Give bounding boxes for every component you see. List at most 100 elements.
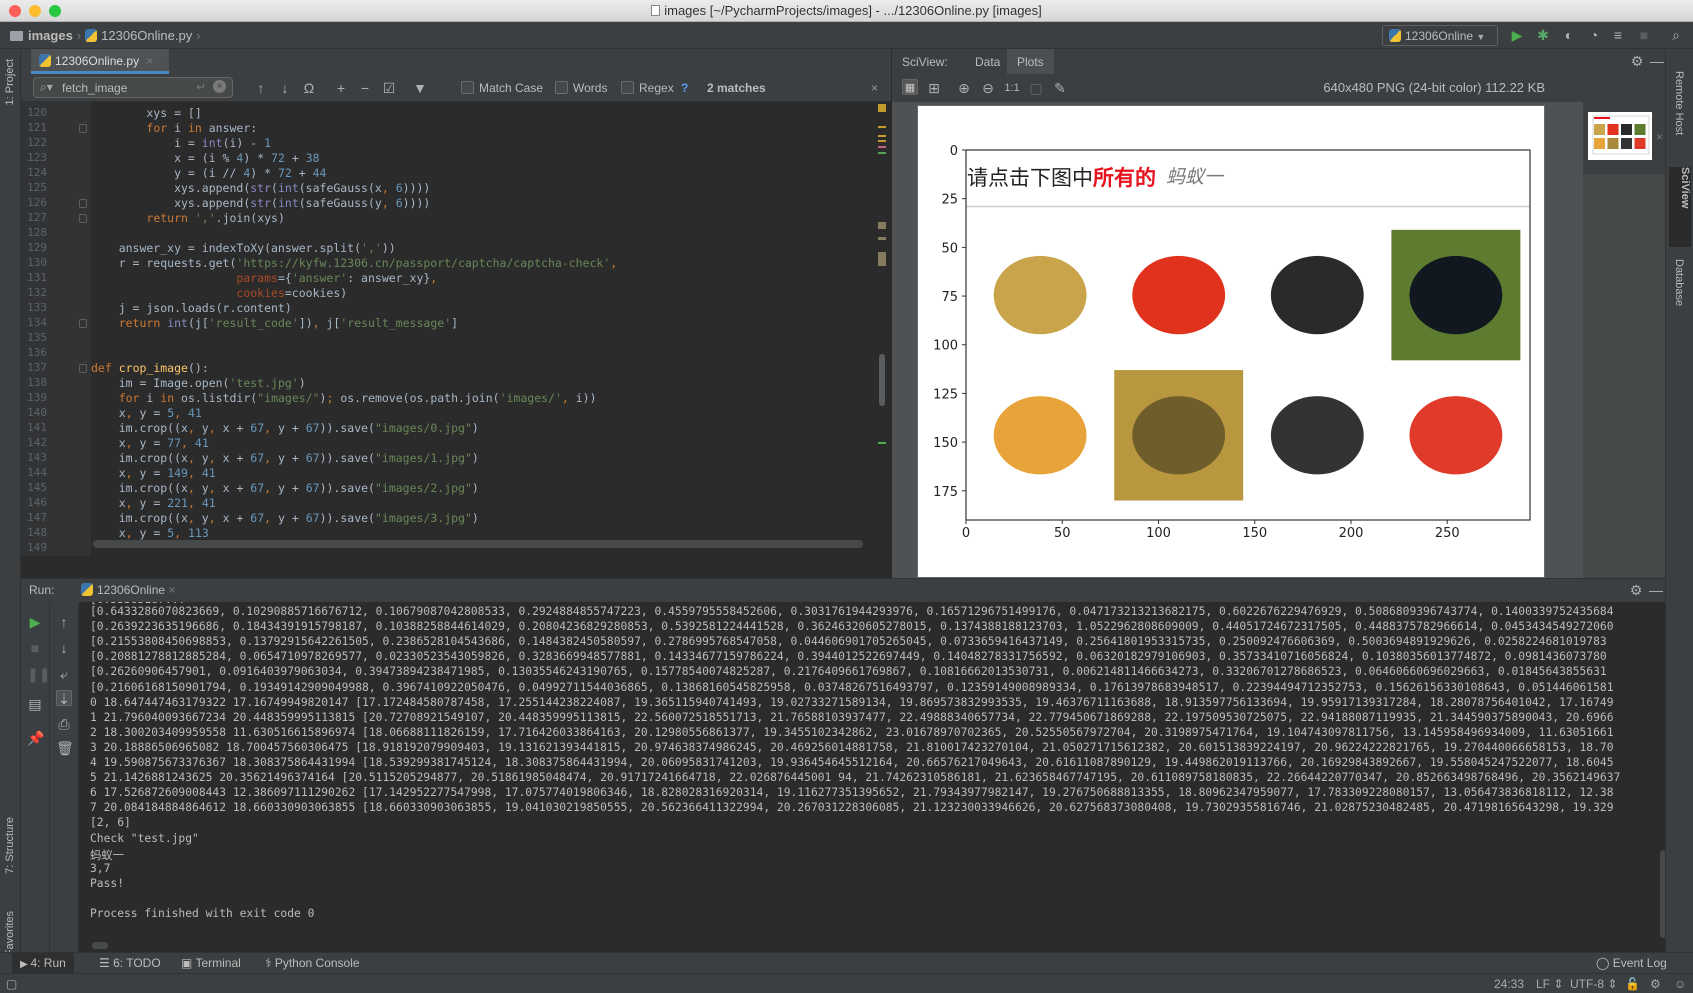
code-line[interactable]: cookies=cookies) [91,286,347,300]
print-icon[interactable]: ⎙ [56,716,72,732]
tool-window-remote-host[interactable]: Remote Host [1673,71,1685,135]
code-line[interactable]: y = (i // 4) * 72 + 44 [91,166,326,180]
code-line[interactable]: xys.append(str(int(safeGauss(y, 6)))) [91,196,430,210]
zoom-in-icon[interactable]: ⊕ [956,80,972,96]
marker[interactable] [878,152,886,154]
tool-window-project[interactable]: 1: Project [4,59,16,105]
code-line[interactable]: xys.append(str(int(safeGauss(x, 6)))) [91,181,430,195]
stop-icon[interactable]: ■ [27,640,43,656]
gear-icon[interactable]: ⚙ [1628,582,1644,598]
toggle-tool-windows-icon[interactable]: ▢ [6,977,17,991]
code-line[interactable]: im.crop((x, y, x + 67, y + 67)).save("im… [91,421,479,435]
marker[interactable] [878,135,886,137]
fold-marker-icon[interactable] [79,214,87,223]
fold-marker-icon[interactable] [79,319,87,328]
arrow-down-icon[interactable]: ↓ [56,640,72,656]
code-line[interactable]: j = json.loads(r.content) [91,301,292,315]
run-console-output[interactable]: [0.53385187...[0.6433286070823669, 0.102… [80,602,1665,952]
console-vertical-scrollbar[interactable] [1660,850,1665,938]
caret-position[interactable]: 24:33 [1494,977,1524,991]
code-editor[interactable]: xys = [] for i in answer: i = int(i) - 1… [91,102,873,556]
select-all-occurrences-icon[interactable]: ☑ [381,80,397,96]
grid-icon[interactable]: ⊞ [926,80,942,96]
marker[interactable] [878,140,886,142]
coverage-icon[interactable]: ◐ [1561,27,1577,43]
code-line[interactable]: answer_xy = indexToXy(answer.split(',')) [91,241,396,255]
sciview-tab-data[interactable]: Data [975,55,1000,69]
bottom-tab-python-console[interactable]: ⚕ Python Console [265,956,360,970]
code-line[interactable]: im.crop((x, y, x + 67, y + 67)).save("im… [91,511,479,525]
close-thumbnail-icon[interactable]: × [1656,130,1663,144]
regex-help-icon[interactable]: ? [681,81,688,95]
encoding-selector[interactable]: UTF-8 ⇕ [1570,977,1617,991]
code-line[interactable]: xys = [] [91,106,201,120]
error-stripe[interactable] [873,102,891,556]
code-line[interactable]: for i in os.listdir("images/"); os.remov… [91,391,597,405]
fit-zoom-icon[interactable]: ▢ [1028,80,1044,96]
hide-panel-icon[interactable]: — [1649,53,1665,69]
bottom-tab-run[interactable]: ▶ 4: Run [12,953,74,974]
tool-window-structure[interactable]: 7: Structure [4,817,16,874]
rerun-icon[interactable]: ▶ [27,614,43,630]
pin-tab-icon[interactable]: 📌 [27,730,44,746]
code-line[interactable]: x, y = 5, 113 [91,526,209,540]
concurrency-icon[interactable]: ≡ [1610,27,1626,43]
plot-image[interactable]: 请点击下图中 所有的 蚂蚁一 0 50 100 150 200 250 0 25 50 75 100 125… [917,105,1545,578]
marker[interactable] [878,222,886,229]
tool-window-database[interactable]: Database [1673,259,1685,306]
marker[interactable] [878,146,886,148]
trash-icon[interactable]: 🗑 [56,740,74,756]
close-tab-icon[interactable]: × [146,54,153,68]
fold-marker-icon[interactable] [79,124,87,133]
editor-horizontal-scrollbar[interactable] [93,540,863,548]
regex-checkbox[interactable] [621,81,634,94]
marker[interactable] [878,442,886,444]
tool-window-sciview[interactable]: SciView [1669,167,1691,247]
code-line[interactable]: im = Image.open('test.jpg') [91,376,306,390]
gear-icon[interactable]: ⚙ [1629,53,1645,69]
marker[interactable] [878,126,886,128]
actual-size-button[interactable]: 1:1 [1004,80,1020,96]
code-line[interactable]: i = int(i) - 1 [91,136,271,150]
line-separator-selector[interactable]: LF ⇕ [1536,977,1563,991]
marker[interactable] [878,252,886,266]
add-occurrence-icon[interactable]: + [333,80,349,96]
arrow-up-icon[interactable]: ↑ [56,614,72,630]
pause-icon[interactable]: ❚❚ [27,666,50,682]
match-case-checkbox[interactable] [461,81,474,94]
remove-occurrence-icon[interactable]: − [357,80,373,96]
next-occurrence-icon[interactable]: ↓ [277,80,293,96]
color-picker-icon[interactable]: ✎ [1052,80,1068,96]
soft-wrap-icon[interactable]: ⤶ [56,666,72,682]
editor-scrollbar-thumb[interactable] [879,354,885,406]
bottom-tab-todo[interactable]: ☰ 6: TODO [99,956,161,970]
scroll-to-end-icon[interactable]: ⇣ [56,690,72,707]
run-tab-12306online[interactable]: 12306Online × [73,579,184,603]
code-line[interactable]: x, y = 221, 41 [91,496,216,510]
previous-occurrence-icon[interactable]: ↑ [253,80,269,96]
restore-layout-icon[interactable]: ▤ [27,696,43,712]
code-line[interactable]: im.crop((x, y, x + 67, y + 67)).save("im… [91,451,479,465]
code-line[interactable]: x = (i % 4) * 72 + 38 [91,151,319,165]
code-line[interactable]: x, y = 149, 41 [91,466,216,480]
marker[interactable] [878,237,886,240]
inspection-status-icon[interactable] [878,104,886,112]
code-line[interactable]: for i in answer: [91,121,257,135]
profile-icon[interactable]: ◔ [1586,27,1602,43]
clear-search-icon[interactable]: × [213,80,226,93]
lock-icon[interactable]: 🔓 [1625,977,1640,991]
event-log-button[interactable]: ◯ Event Log [1596,956,1667,970]
chessboard-icon[interactable]: ▦ [902,79,918,95]
close-run-tab-icon[interactable]: × [168,583,175,597]
find-all-icon[interactable]: Ω [301,80,317,96]
hector-icon[interactable]: ☺ [1674,977,1686,991]
run-config-selector[interactable]: 12306Online ▼ [1382,25,1498,46]
code-line[interactable]: return ','.join(xys) [91,211,285,225]
close-find-icon[interactable]: × [871,81,878,95]
code-line[interactable]: r = requests.get('https://kyfw.12306.cn/… [91,256,618,270]
breadcrumb-file[interactable]: 12306Online.py [101,28,192,43]
sciview-tab-plots[interactable]: Plots [1007,49,1054,74]
breadcrumb-project[interactable]: images [28,28,73,43]
code-line[interactable]: params={'answer': answer_xy}, [91,271,437,285]
console-horizontal-scrollbar[interactable] [92,942,108,949]
